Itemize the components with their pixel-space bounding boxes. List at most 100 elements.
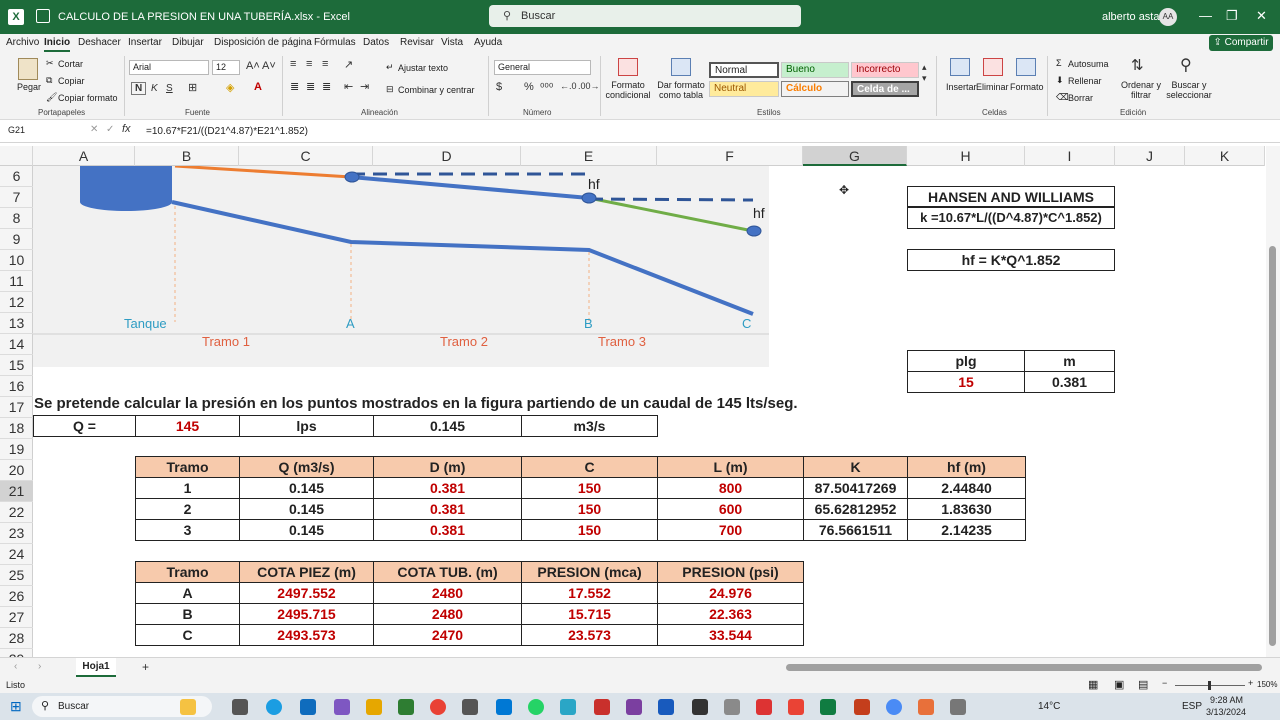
col-header-c[interactable]: C — [239, 146, 373, 166]
table1-header[interactable]: L (m) — [657, 456, 804, 478]
excel-taskbar-icon[interactable] — [820, 699, 836, 715]
pipeline-diagram[interactable]: hf hf Tanque A B C Tramo 1 Tramo 2 Tramo… — [33, 166, 769, 367]
row-header[interactable]: 27 — [0, 607, 33, 628]
row-header[interactable]: 11 — [0, 271, 33, 292]
table1-cell[interactable]: 0.145 — [239, 477, 374, 499]
table1-cell[interactable]: 3 — [135, 519, 240, 541]
format-cells-button[interactable]: Formato — [1010, 82, 1044, 92]
underline-button[interactable]: S — [166, 83, 173, 94]
app-icon[interactable] — [886, 699, 902, 715]
merge-center-button[interactable]: Combinar y centrar — [398, 85, 475, 95]
increase-font-icon[interactable]: A˄ — [246, 60, 260, 72]
table1-cell[interactable]: 0.381 — [373, 519, 522, 541]
language-indicator[interactable]: ESP — [1182, 701, 1202, 712]
font-size-select[interactable]: 12 — [212, 60, 240, 75]
vertical-scrollbar[interactable] — [1266, 146, 1280, 657]
cancel-edit-icon[interactable]: ✕ — [90, 124, 98, 135]
fill-button[interactable]: Rellenar — [1068, 76, 1102, 86]
col-header-k[interactable]: K — [1185, 146, 1265, 166]
table1-header[interactable]: K — [803, 456, 908, 478]
table2-header[interactable]: PRESION (mca) — [521, 561, 658, 583]
mail-icon[interactable] — [300, 699, 316, 715]
row-header[interactable]: 16 — [0, 376, 33, 397]
table1-cell[interactable]: 0.145 — [239, 498, 374, 520]
row-header[interactable]: 28 — [0, 628, 33, 649]
minimize-icon[interactable]: — — [1199, 8, 1212, 23]
maximize-icon[interactable]: ❐ — [1226, 8, 1238, 24]
menu-inicio[interactable]: Inicio — [44, 37, 71, 52]
col-header-j[interactable]: J — [1115, 146, 1185, 166]
table2-cell[interactable]: 2470 — [373, 624, 522, 646]
col-header-a[interactable]: A — [33, 146, 135, 166]
q-lps-value[interactable]: 145 — [135, 415, 240, 437]
avatar[interactable]: AA — [1159, 8, 1177, 26]
table1-cell[interactable]: 2.14235 — [907, 519, 1026, 541]
col-header-b[interactable]: B — [135, 146, 239, 166]
table1-cell[interactable]: 0.381 — [373, 477, 522, 499]
app-icon[interactable] — [950, 699, 966, 715]
table2-cell[interactable]: 23.573 — [521, 624, 658, 646]
clock-time[interactable]: 9:28 AM — [1210, 695, 1243, 705]
confirm-edit-icon[interactable]: ✓ — [106, 124, 114, 135]
m-value[interactable]: 0.381 — [1024, 371, 1115, 393]
whatsapp-icon[interactable] — [528, 699, 544, 715]
terminal-icon[interactable] — [398, 699, 414, 715]
teams-icon[interactable] — [334, 699, 350, 715]
table1-cell[interactable]: 1 — [135, 477, 240, 499]
table1-header[interactable]: Q (m3/s) — [239, 456, 374, 478]
style-celda[interactable]: Celda de ... — [851, 81, 919, 97]
align-bottom-icon[interactable]: ≡ — [322, 58, 328, 70]
store-icon[interactable] — [496, 699, 512, 715]
increase-decimal-icon[interactable]: ←.0 — [560, 81, 577, 91]
taskbar-widget-icon[interactable] — [180, 699, 196, 715]
menu-ayuda[interactable]: Ayuda — [474, 37, 502, 48]
table2-cell[interactable]: 2480 — [373, 582, 522, 604]
table2-cell[interactable]: A — [135, 582, 240, 604]
weather-temp[interactable]: 14°C — [1038, 701, 1060, 712]
table1-cell[interactable]: 0.381 — [373, 498, 522, 520]
row-header[interactable]: 10 — [0, 250, 33, 271]
next-sheet-icon[interactable]: › — [38, 661, 41, 672]
app-icon[interactable] — [724, 699, 740, 715]
sheet-tab-hoja1[interactable]: Hoja1 — [76, 658, 116, 677]
table1-cell[interactable]: 2.44840 — [907, 477, 1026, 499]
word-icon[interactable] — [658, 699, 674, 715]
table1-cell[interactable]: 0.145 — [239, 519, 374, 541]
clear-button[interactable]: Borrar — [1068, 93, 1093, 103]
table1-header[interactable]: D (m) — [373, 456, 522, 478]
sheet-grid[interactable]: hf hf Tanque A B C Tramo 1 Tramo 2 Tramo… — [33, 166, 1265, 657]
table2-header[interactable]: COTA PIEZ (m) — [239, 561, 374, 583]
col-header-d[interactable]: D — [373, 146, 521, 166]
style-normal[interactable]: Normal — [709, 62, 779, 78]
bold-button[interactable]: N — [131, 82, 147, 95]
table1-cell[interactable]: 150 — [521, 519, 658, 541]
m3s-unit[interactable]: m3/s — [521, 415, 658, 437]
powerpoint-icon[interactable] — [854, 699, 870, 715]
style-bueno[interactable]: Bueno — [781, 62, 849, 78]
menu-revisar[interactable]: Revisar — [400, 37, 434, 48]
row-header[interactable]: 21 — [0, 481, 33, 502]
table1-cell[interactable]: 600 — [657, 498, 804, 520]
format-as-table-button[interactable]: Dar formato como tabla — [656, 80, 706, 100]
menu-disposicion[interactable]: Disposición de página — [214, 37, 312, 48]
normal-view-icon[interactable]: ▦ — [1088, 678, 1098, 691]
select-all[interactable] — [0, 146, 33, 166]
table1-header[interactable]: hf (m) — [907, 456, 1026, 478]
prev-sheet-icon[interactable]: ‹ — [14, 661, 17, 672]
edge-icon[interactable] — [266, 699, 282, 715]
row-header[interactable]: 14 — [0, 334, 33, 355]
table2-cell[interactable]: 24.976 — [657, 582, 804, 604]
zoom-in-icon[interactable]: + — [1248, 678, 1253, 688]
zoom-out-icon[interactable]: − — [1162, 678, 1167, 688]
plg-label[interactable]: plg — [907, 350, 1025, 372]
style-calculo[interactable]: Cálculo — [781, 81, 849, 97]
table2-header[interactable]: Tramo — [135, 561, 240, 583]
table1-cell[interactable]: 2 — [135, 498, 240, 520]
outdent-icon[interactable]: ⇥ — [360, 80, 369, 93]
clock-date[interactable]: 3/13/2024 — [1206, 707, 1246, 717]
table1-cell[interactable]: 700 — [657, 519, 804, 541]
q-m3s-value[interactable]: 0.145 — [373, 415, 522, 437]
table1-cell[interactable]: 150 — [521, 477, 658, 499]
add-sheet-button[interactable]: + — [142, 660, 149, 674]
horizontal-scroll-thumb[interactable] — [786, 664, 1262, 671]
